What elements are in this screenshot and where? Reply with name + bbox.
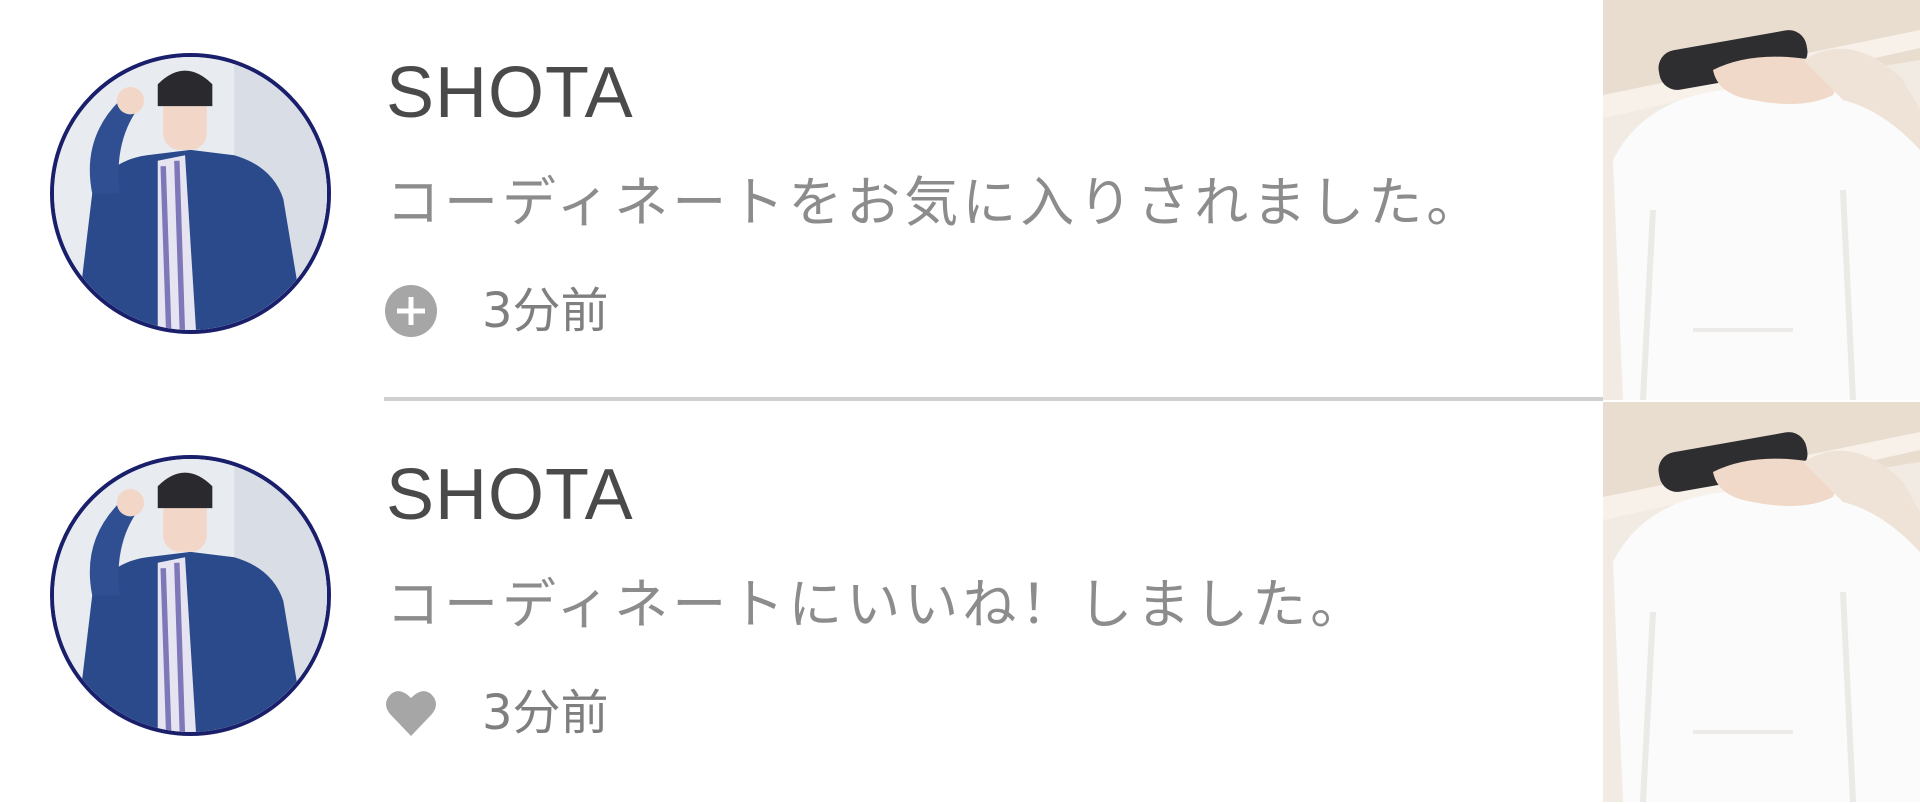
notification-item[interactable]: SHOTA コーディネートをお気に入りされました。 3分前 [0,0,1920,401]
notification-message: コーディネートをお気に入りされました。 [386,171,1485,234]
notification-meta: 3分前 [384,276,609,346]
avatar[interactable] [50,53,331,334]
avatar-image [54,459,327,732]
avatar[interactable] [50,455,331,736]
notification-message: コーディネートにいいね！しました。 [386,573,1369,636]
notification-meta: 3分前 [384,678,609,748]
plus-circle-icon [384,284,438,338]
coordinate-thumbnail[interactable] [1603,0,1920,400]
avatar-image [54,57,327,330]
coordinate-image [1603,0,1920,400]
coordinate-image [1603,402,1920,802]
notification-item[interactable]: SHOTA コーディネートにいいね！しました。 3分前 [0,402,1920,802]
coordinate-thumbnail[interactable] [1603,402,1920,802]
timestamp: 3分前 [482,283,609,339]
timestamp: 3分前 [482,685,609,741]
user-name[interactable]: SHOTA [386,50,634,136]
divider [384,397,1603,401]
notification-list: SHOTA コーディネートをお気に入りされました。 3分前 SHOTA コーディ… [0,0,1920,804]
user-name[interactable]: SHOTA [386,452,634,538]
heart-icon [384,686,438,740]
